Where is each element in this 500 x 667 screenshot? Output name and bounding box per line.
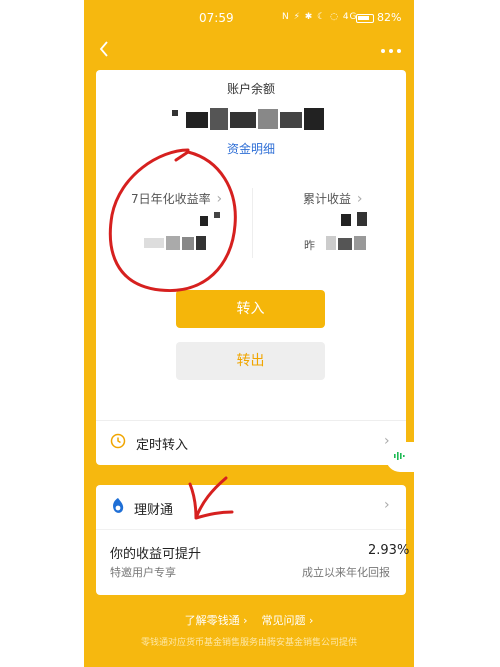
chevron-left-icon (99, 41, 108, 57)
back-button[interactable] (98, 40, 122, 62)
clock-icon (110, 433, 126, 449)
scheduled-transfer-label: 定时转入 (136, 438, 189, 453)
seven-day-yield-link[interactable]: 7日年化收益率 › (131, 190, 222, 207)
chevron-right-icon: › (356, 191, 363, 207)
faq-link[interactable]: 常见问题 (262, 614, 306, 627)
footer-disclaimer: 零钱通对应货币基金销售服务由腾安基金销售公司提供 (140, 638, 357, 648)
income-value-redacted (341, 212, 367, 226)
floating-sound-tab[interactable] (386, 442, 414, 472)
cumulative-income-label: 累计收益 (303, 192, 352, 206)
promo-title: 你的收益可提升 (110, 547, 202, 562)
licaitong-card: 理财通 › 你的收益可提升 特邀用户专享 2.93% 成立以来年化回报 (96, 485, 410, 595)
licaitong-divider (96, 529, 406, 530)
seven-day-yield-label: 7日年化收益率 (131, 192, 211, 206)
phone-screen: 07:59 N ⚡ ✱ ☾ ◌ 4G 82% 账户余额 资金明细 7日年化收益率… (84, 0, 414, 667)
scheduled-transfer-row[interactable]: 定时转入 › (96, 421, 406, 465)
licaitong-label: 理财通 (134, 503, 174, 518)
chevron-right-icon: › (216, 191, 223, 207)
yesterday-income-redacted (326, 236, 366, 250)
transfer-out-button[interactable]: 转出 (176, 342, 325, 380)
promo-rate-label: 成立以来年化回报 (302, 566, 390, 579)
chevron-right-icon: › (384, 497, 390, 513)
licaitong-logo-icon (113, 498, 124, 513)
battery-percent: 82% (377, 11, 402, 24)
learn-more-link[interactable]: 了解零钱通 (185, 614, 240, 627)
promo-rate: 2.93% (368, 543, 410, 558)
balance-title: 账户余额 (226, 82, 275, 96)
more-button[interactable] (380, 38, 406, 60)
licaitong-row[interactable]: 理财通 › (96, 485, 406, 529)
promo-subtitle: 特邀用户专享 (110, 566, 176, 579)
status-icons: N ⚡ ✱ ☾ ◌ 4G (282, 12, 358, 22)
yield-date-redacted (144, 236, 206, 250)
chevron-right-icon: › (243, 614, 251, 627)
status-bar: 07:59 N ⚡ ✱ ☾ ◌ 4G 82% (84, 0, 414, 36)
chevron-right-icon: › (309, 614, 314, 627)
battery-icon (356, 14, 374, 23)
account-card: 账户余额 资金明细 7日年化收益率 › 累计收益 › 昨 转入 转出 定时转入 … (96, 70, 406, 465)
balance-redacted (172, 108, 324, 130)
status-time: 07:59 (199, 11, 234, 25)
cumulative-income-link[interactable]: 累计收益 › (303, 190, 362, 207)
more-icon (381, 49, 401, 53)
fund-details-link[interactable]: 资金明细 (96, 140, 406, 157)
transfer-in-button[interactable]: 转入 (176, 290, 325, 328)
footer-links: 了解零钱通 › 常见问题 › (84, 612, 414, 628)
audio-wave-icon (394, 452, 405, 460)
stat-divider (252, 188, 253, 258)
yield-value-redacted (200, 212, 220, 226)
